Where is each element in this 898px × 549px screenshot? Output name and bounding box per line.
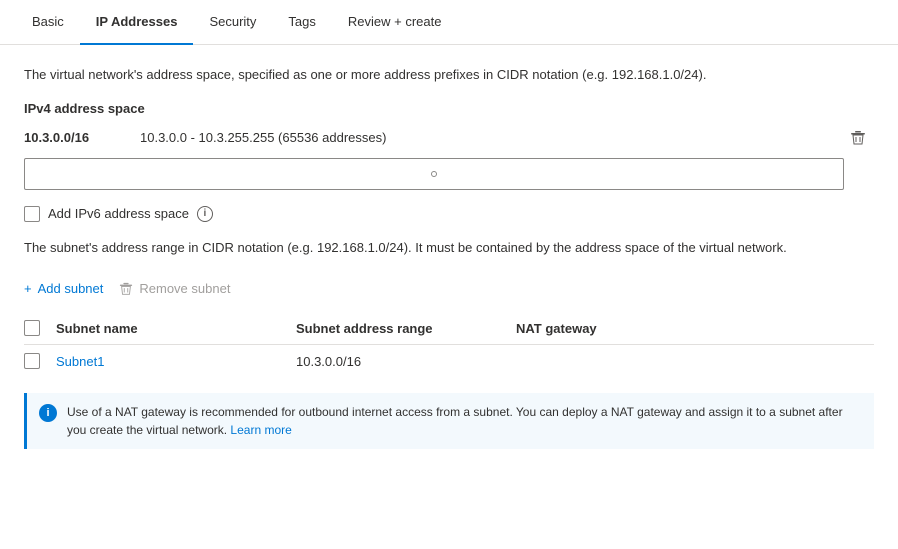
remove-subnet-icon xyxy=(119,282,133,296)
table-row: Subnet1 10.3.0.0/16 xyxy=(24,345,874,378)
tab-review-create[interactable]: Review + create xyxy=(332,0,458,45)
ipv4-range-text: 10.3.0.0 - 10.3.255.255 (65536 addresses… xyxy=(140,130,386,145)
row-checkbox-cell xyxy=(24,345,56,378)
select-all-checkbox[interactable] xyxy=(24,320,40,336)
tab-bar: Basic IP Addresses Security Tags Review … xyxy=(0,0,898,45)
address-space-description: The virtual network's address space, spe… xyxy=(24,65,874,85)
col-header-subnet-range: Subnet address range xyxy=(296,312,516,345)
delete-address-button[interactable] xyxy=(842,126,874,150)
ipv6-checkbox-row: Add IPv6 address space i xyxy=(24,206,874,222)
tab-ip-addresses[interactable]: IP Addresses xyxy=(80,0,194,45)
address-space-input-row xyxy=(24,158,874,190)
add-subnet-icon: + xyxy=(24,281,32,296)
ipv4-section-label: IPv4 address space xyxy=(24,101,874,116)
subnet-table: Subnet name Subnet address range NAT gat… xyxy=(24,312,874,377)
add-subnet-label: Add subnet xyxy=(38,281,104,296)
ipv4-cidr: 10.3.0.0/16 xyxy=(24,130,124,145)
row-subnet-name-cell: Subnet1 xyxy=(56,345,296,378)
add-subnet-button[interactable]: + Add subnet xyxy=(24,277,103,300)
address-space-row: 10.3.0.0/16 10.3.0.0 - 10.3.255.255 (655… xyxy=(24,126,874,150)
subnet-action-bar: + Add subnet Remove subnet xyxy=(24,277,874,300)
tab-basic[interactable]: Basic xyxy=(16,0,80,45)
row-subnet-range-cell: 10.3.0.0/16 xyxy=(296,345,516,378)
content-area: The virtual network's address space, spe… xyxy=(0,45,898,469)
subnet-range-value: 10.3.0.0/16 xyxy=(296,354,361,369)
delete-icon xyxy=(850,130,866,146)
ipv6-checkbox[interactable] xyxy=(24,206,40,222)
col-header-nat-gateway: NAT gateway xyxy=(516,312,874,345)
input-dot-indicator xyxy=(431,171,437,177)
tab-tags[interactable]: Tags xyxy=(272,0,331,45)
tab-security[interactable]: Security xyxy=(193,0,272,45)
subnet-row-checkbox[interactable] xyxy=(24,353,40,369)
subnet-name-link[interactable]: Subnet1 xyxy=(56,354,104,369)
info-banner-text: Use of a NAT gateway is recommended for … xyxy=(67,403,862,439)
table-header-row: Subnet name Subnet address range NAT gat… xyxy=(24,312,874,345)
row-nat-gateway-cell xyxy=(516,345,874,378)
col-header-checkbox xyxy=(24,312,56,345)
address-space-input-container xyxy=(24,158,844,190)
ipv6-checkbox-label: Add IPv6 address space xyxy=(48,206,189,221)
info-banner-icon: i xyxy=(39,404,57,422)
col-header-subnet-name: Subnet name xyxy=(56,312,296,345)
subnet-description: The subnet's address range in CIDR notat… xyxy=(24,238,874,258)
learn-more-link[interactable]: Learn more xyxy=(230,423,291,437)
remove-subnet-button[interactable]: Remove subnet xyxy=(119,277,230,300)
info-banner: i Use of a NAT gateway is recommended fo… xyxy=(24,393,874,449)
remove-subnet-label: Remove subnet xyxy=(139,281,230,296)
ipv6-info-icon[interactable]: i xyxy=(197,206,213,222)
